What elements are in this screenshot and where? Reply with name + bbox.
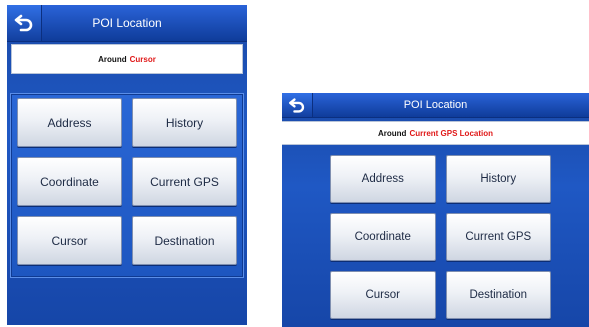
back-arrow-icon [14, 14, 33, 32]
history-button[interactable]: History [132, 98, 237, 147]
poi-location-screen-right: POI Location Around Current GPS Location… [282, 93, 589, 327]
destination-button[interactable]: Destination [132, 216, 237, 265]
title-bar: POI Location [282, 93, 589, 118]
coordinate-button[interactable]: Coordinate [17, 157, 122, 206]
page-title: POI Location [403, 99, 468, 111]
location-button-grid: Address History Coordinate Current GPS C… [17, 98, 237, 265]
around-location-bar: Around Cursor [11, 44, 243, 74]
around-target: Current GPS Location [409, 128, 493, 138]
location-button-grid: Address History Coordinate Current GPS C… [330, 155, 551, 319]
poi-location-screen-left: POI Location Around Cursor Address Histo… [7, 5, 247, 325]
address-button[interactable]: Address [330, 155, 436, 203]
around-target: Cursor [129, 54, 156, 64]
around-label: Around [378, 128, 407, 138]
cursor-button[interactable]: Cursor [17, 216, 122, 265]
around-location-bar: Around Current GPS Location [282, 121, 589, 145]
back-button[interactable] [282, 93, 313, 117]
back-arrow-icon [289, 97, 305, 113]
history-button[interactable]: History [445, 155, 551, 203]
around-label: Around [98, 54, 127, 64]
address-button[interactable]: Address [17, 98, 122, 147]
current-gps-button[interactable]: Current GPS [445, 213, 551, 261]
page-title: POI Location [92, 16, 162, 30]
title-bar: POI Location [7, 5, 247, 42]
coordinate-button[interactable]: Coordinate [330, 213, 436, 261]
back-button[interactable] [7, 5, 42, 41]
destination-button[interactable]: Destination [445, 271, 551, 319]
current-gps-button[interactable]: Current GPS [132, 157, 237, 206]
cursor-button[interactable]: Cursor [330, 271, 436, 319]
